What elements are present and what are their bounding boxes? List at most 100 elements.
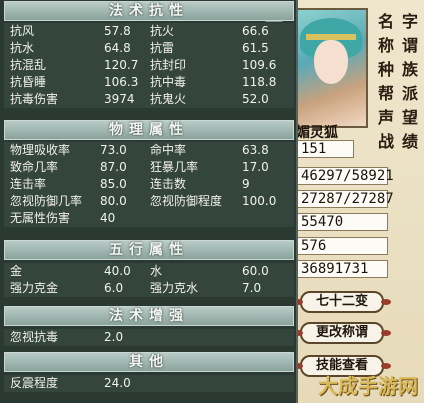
label-char: 称 [377, 36, 394, 55]
section-rows-spell-boost: 忽视抗毒 2.0 [4, 329, 294, 346]
character-portrait [290, 8, 368, 128]
stat-value-5: 36891731 [296, 260, 388, 278]
attribute-panel: X 法术抗性 抗风 57.8 抗火 66.6 抗水 64.8 抗雷 61.5 抗… [0, 0, 298, 403]
stat-row: 连击率 85.0 连击数 9 [4, 176, 294, 193]
stat-value: 40.0 [104, 264, 131, 278]
stat-label: 忽视防御程度 [150, 194, 223, 208]
label-char: 望 [401, 108, 418, 127]
section-rows-physical: 物理吸收率 73.0 命中率 63.8 致命几率 87.0 狂暴几率 17.0 … [4, 142, 294, 227]
stat-label: 金 [10, 264, 23, 278]
label-char: 绩 [401, 132, 418, 151]
stat-row: 致命几率 87.0 狂暴几率 17.0 [4, 159, 294, 176]
stat-value: 6.0 [104, 281, 124, 295]
stat-value: 24.0 [104, 376, 131, 390]
stat-label: 物理吸收率 [10, 143, 71, 157]
stat-row: 抗混乱 120.7 抗封印 109.6 [4, 57, 294, 74]
stat-label: 抗风 [10, 24, 35, 38]
stat-value: 61.5 [242, 41, 269, 55]
stat-value-4: 576 [296, 237, 388, 255]
stat-value: 17.0 [242, 160, 269, 174]
section-title-physical: 物理属性 [4, 120, 294, 140]
stat-label: 忽视防御几率 [10, 194, 83, 208]
stat-row: 反震程度 24.0 [4, 375, 294, 392]
stat-row: 忽视抗毒 2.0 [4, 329, 294, 346]
stat-row: 强力克金 6.0 强力克水 7.0 [4, 280, 294, 297]
label-char: 名 [377, 12, 394, 31]
label-column-left: 名 称 种 帮 声 战 [376, 10, 396, 154]
stat-row: 抗水 64.8 抗雷 61.5 [4, 40, 294, 57]
stat-row: 物理吸收率 73.0 命中率 63.8 [4, 142, 294, 159]
stat-row: 抗风 57.8 抗火 66.6 [4, 23, 294, 40]
stat-label: 强力克金 [10, 281, 59, 295]
stat-row: 抗昏睡 106.3 抗中毒 118.8 [4, 74, 294, 91]
stat-value: 2.0 [104, 330, 124, 344]
stat-label: 连击数 [150, 177, 187, 191]
hp-value: 46297/58921 [296, 167, 394, 185]
stat-value: 106.3 [104, 75, 139, 89]
stat-label: 忽视抗毒 [10, 330, 59, 344]
stat-label: 反震程度 [10, 376, 59, 390]
stat-value: 40 [100, 211, 116, 225]
stat-value: 66.6 [242, 24, 269, 38]
stat-value: 64.8 [104, 41, 131, 55]
level-value: 151 [296, 140, 354, 158]
stat-label: 抗混乱 [10, 58, 47, 72]
label-char: 种 [377, 60, 394, 79]
stat-value: 7.0 [242, 281, 262, 295]
label-char: 帮 [377, 84, 394, 103]
character-name: 媚灵狐 [296, 125, 338, 141]
stat-value-3: 55470 [296, 213, 388, 231]
stat-label: 抗昏睡 [10, 75, 47, 89]
label-char: 族 [401, 60, 418, 79]
stat-value: 85.0 [100, 177, 127, 191]
stat-value: 57.8 [104, 24, 131, 38]
stat-label: 狂暴几率 [150, 160, 199, 174]
stat-label: 致命几率 [10, 160, 59, 174]
stat-value: 118.8 [242, 75, 277, 89]
section-rows-five-elements: 金 40.0 水 60.0 强力克金 6.0 强力克水 7.0 [4, 263, 294, 297]
portrait-face [314, 40, 348, 84]
stat-label: 强力克水 [150, 281, 199, 295]
section-title-spell-boost: 法术增强 [4, 306, 294, 326]
section-rows-other: 反震程度 24.0 [4, 375, 294, 392]
stat-row: 忽视防御几率 80.0 忽视防御程度 100.0 [4, 193, 294, 210]
stat-value: 9 [242, 177, 250, 191]
stat-value: 109.6 [242, 58, 277, 72]
stat-label: 抗雷 [150, 41, 175, 55]
stat-value: 3974 [104, 92, 135, 106]
section-title-other: 其他 [4, 352, 294, 372]
stat-value: 63.8 [242, 143, 269, 157]
watermark-logo: 大成手游网 [318, 374, 418, 398]
stat-label: 抗毒伤害 [10, 92, 59, 106]
stat-label: 抗鬼火 [150, 92, 187, 106]
section-title-five-elements: 五行属性 [4, 240, 294, 260]
stat-label: 抗水 [10, 41, 35, 55]
stat-label: 命中率 [150, 143, 187, 157]
stat-value: 52.0 [242, 92, 269, 106]
stat-value: 120.7 [104, 58, 139, 72]
stat-value: 100.0 [242, 194, 277, 208]
section-title-spell-resist: 法术抗性 [4, 1, 294, 21]
label-char: 派 [401, 84, 418, 103]
stat-label: 抗中毒 [150, 75, 187, 89]
stat-row: 金 40.0 水 60.0 [4, 263, 294, 280]
stat-row: 抗毒伤害 3974 抗鬼火 52.0 [4, 91, 294, 108]
label-char: 声 [377, 108, 394, 127]
stat-label: 连击率 [10, 177, 47, 191]
stat-label: 无属性伤害 [10, 211, 71, 225]
mp-value: 27287/27287 [296, 190, 394, 208]
stat-label: 抗封印 [150, 58, 187, 72]
stat-value: 87.0 [100, 160, 127, 174]
stat-label: 水 [150, 264, 163, 278]
seventy-two-button[interactable]: 七十二变 [293, 291, 391, 313]
change-title-button[interactable]: 更改称谓 [293, 322, 391, 344]
stat-value: 80.0 [100, 194, 127, 208]
label-char: 字 [401, 12, 418, 31]
label-char: 谓 [401, 36, 418, 55]
section-rows-spell-resist: 抗风 57.8 抗火 66.6 抗水 64.8 抗雷 61.5 抗混乱 120.… [4, 23, 294, 108]
label-column-right: 字 谓 族 派 望 绩 [400, 10, 420, 154]
label-char: 战 [377, 132, 394, 151]
stat-value: 73.0 [100, 143, 127, 157]
stat-row: 无属性伤害 40 [4, 210, 294, 227]
stat-value: 60.0 [242, 264, 269, 278]
